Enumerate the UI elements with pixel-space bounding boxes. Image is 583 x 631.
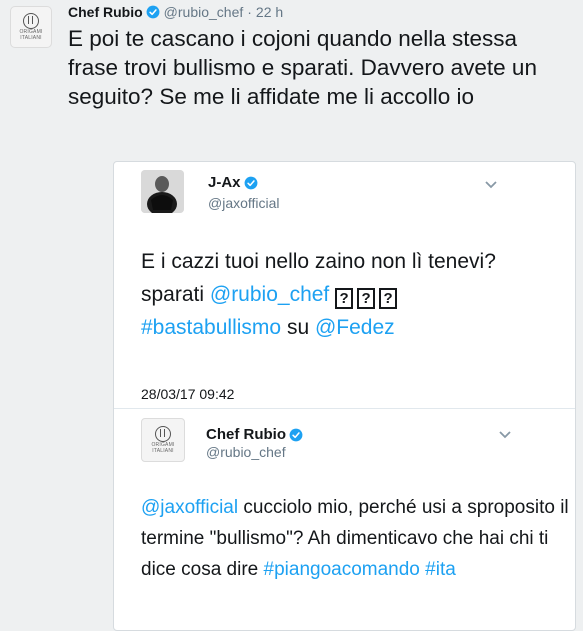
verified-badge-icon [244, 176, 257, 189]
author-name[interactable]: Chef Rubio [68, 4, 143, 20]
avatar-logo-text: ITALIANI [152, 448, 174, 454]
unknown-glyph-icon: ? [335, 288, 354, 309]
avatar[interactable] [141, 170, 184, 213]
origami-logo-icon [155, 426, 171, 442]
verified-badge-icon [146, 5, 160, 19]
reply-author-row: Chef Rubio [206, 426, 303, 443]
quoted-author-row: J-Ax [208, 174, 258, 191]
text-segment: su [286, 316, 310, 339]
avatar[interactable]: ORIGAMI ITALIANI [10, 6, 52, 48]
tweet-text: E poi te cascano i cojoni quando nella s… [68, 26, 537, 109]
reply-tweet-text: @jaxofficial cucciolo mio, perché usi a … [141, 492, 571, 585]
author-name[interactable]: Chef Rubio [206, 426, 286, 443]
avatar-logo-text: ITALIANI [20, 35, 42, 41]
tweet: ORIGAMI ITALIANI Chef Rubio @rubio_chef … [0, 0, 583, 631]
author-handle[interactable]: @rubio_chef [164, 4, 244, 20]
quoted-tweet-text: E i cazzi tuoi nello zaino non lì tenevi… [141, 245, 561, 344]
unknown-glyph-icon: ? [357, 288, 376, 309]
unknown-glyph-icon: ? [379, 288, 398, 309]
chevron-down-icon[interactable] [498, 430, 512, 440]
quoted-tweet[interactable]: J-Ax @jaxofficial E i cazzi tuoi nello z… [113, 161, 576, 631]
timestamp[interactable]: 22 h [256, 4, 283, 20]
chevron-down-icon[interactable] [484, 180, 498, 190]
text-segment: E i cazzi tuoi nello zaino non lì tenevi… [141, 250, 496, 273]
separator: · [247, 4, 252, 20]
divider [114, 408, 575, 409]
author-name[interactable]: J-Ax [208, 174, 241, 191]
mention-link[interactable]: @jaxofficial [141, 497, 238, 518]
hashtag-link[interactable]: #piangoacomando [264, 559, 420, 580]
author-handle[interactable]: @jaxofficial [208, 195, 280, 211]
hashtag-link[interactable]: #bastabullismo [141, 316, 281, 339]
tweet-header: Chef Rubio @rubio_chef · 22 h [68, 2, 283, 22]
origami-logo-icon [23, 13, 39, 29]
quoted-date: 28/03/17 09:42 [141, 386, 235, 402]
hashtag-link[interactable]: #ita [425, 559, 456, 580]
mention-link[interactable]: @rubio_chef [210, 283, 329, 306]
avatar-photo-icon [141, 170, 184, 213]
text-segment: sparati [141, 283, 205, 306]
verified-badge-icon [289, 428, 303, 441]
author-handle[interactable]: @rubio_chef [206, 444, 286, 460]
avatar[interactable]: ORIGAMI ITALIANI [141, 418, 185, 462]
mention-link[interactable]: @Fedez [315, 316, 395, 339]
